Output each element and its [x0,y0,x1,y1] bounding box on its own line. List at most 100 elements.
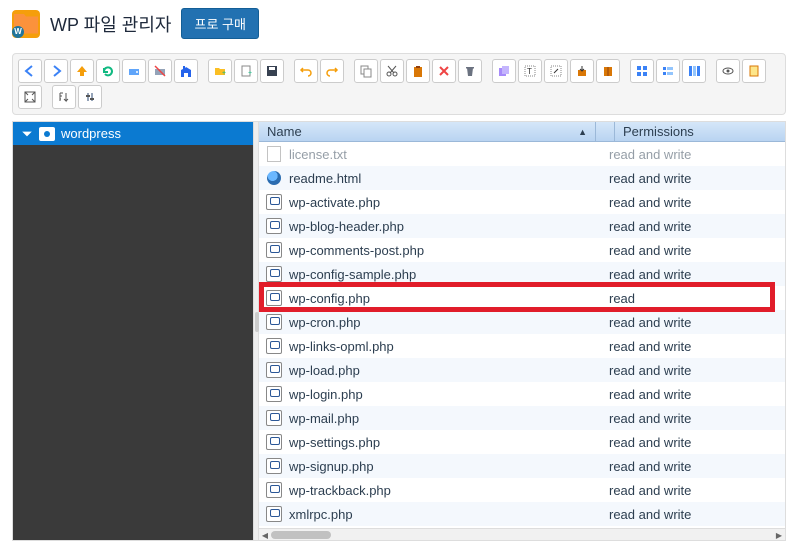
php-file-icon [265,433,283,451]
file-permissions: read and write [609,147,779,162]
php-file-icon [265,385,283,403]
duplicate-icon[interactable] [492,59,516,83]
edit-text-icon[interactable]: T [518,59,542,83]
resize-icon[interactable] [544,59,568,83]
column-header-name-label: Name [267,124,302,139]
file-row[interactable]: wp-mail.phpread and write [259,406,785,430]
file-name: readme.html [289,171,603,186]
file-permissions: read and write [609,267,779,282]
redo-icon[interactable] [320,59,344,83]
file-name: wp-signup.php [289,459,603,474]
tree-root-node[interactable]: wordpress [13,122,253,145]
html-file-icon [265,169,283,187]
file-name: wp-mail.php [289,411,603,426]
tree-root-label: wordpress [61,126,121,141]
file-permissions: read and write [609,219,779,234]
new-folder-icon[interactable]: + [208,59,232,83]
file-permissions: read and write [609,435,779,450]
file-name: wp-config.php [289,291,603,306]
forward-icon[interactable] [44,59,68,83]
php-file-icon [265,289,283,307]
info-icon[interactable] [742,59,766,83]
file-permissions: read and write [609,339,779,354]
horizontal-scrollbar[interactable]: ◀ ▶ [259,528,785,540]
file-name: wp-cron.php [289,315,603,330]
svg-text:+: + [248,70,252,77]
trash-icon[interactable] [458,59,482,83]
file-name: wp-activate.php [289,195,603,210]
file-permissions: read and write [609,459,779,474]
php-file-icon [265,481,283,499]
file-row[interactable]: wp-comments-post.phpread and write [259,238,785,262]
file-row[interactable]: wp-settings.phpread and write [259,430,785,454]
file-permissions: read and write [609,363,779,378]
save-icon[interactable] [260,59,284,83]
php-file-icon [265,313,283,331]
tree-body[interactable] [13,145,253,540]
file-row[interactable]: wp-config-sample.php read and write [259,262,785,286]
file-name: wp-login.php [289,387,603,402]
buy-pro-button[interactable]: 프로 구매 [181,8,258,39]
file-permissions: read and write [609,171,779,186]
file-row[interactable]: license.txtread and write [259,142,785,166]
netdrive-icon[interactable] [122,59,146,83]
file-name: wp-load.php [289,363,603,378]
file-row[interactable]: readme.html read and write [259,166,785,190]
columns-view-icon[interactable] [682,59,706,83]
file-permissions: read and write [609,483,779,498]
file-row[interactable]: wp-load.php read and write [259,358,785,382]
file-row[interactable]: wp-links-opml.php read and write [259,334,785,358]
file-row[interactable]: wp-config.phpread [259,286,785,310]
cut-icon[interactable] [380,59,404,83]
column-header-permissions-label: Permissions [623,124,694,139]
app-logo-icon: W [12,10,40,38]
sort-icon[interactable] [52,85,76,109]
file-name: wp-trackback.php [289,483,603,498]
file-row[interactable]: wp-login.php read and write [259,382,785,406]
extract-icon[interactable] [570,59,594,83]
file-permissions: read and write [609,243,779,258]
scroll-thumb[interactable] [271,531,331,539]
archive-icon[interactable] [596,59,620,83]
file-name: wp-links-opml.php [289,339,603,354]
file-row[interactable]: xmlrpc.phpread and write [259,502,785,526]
column-headers: Name ▲ Permissions [259,122,785,142]
file-row[interactable]: wp-activate.phpread and write [259,190,785,214]
settings-icon[interactable] [78,85,102,109]
new-file-icon[interactable]: + [234,59,258,83]
file-name: wp-config-sample.php [289,267,603,282]
file-permissions: read and write [609,315,779,330]
icons-view-icon[interactable] [630,59,654,83]
svg-text:+: + [222,70,226,77]
column-header-name[interactable]: Name ▲ [259,122,595,141]
column-header-permissions[interactable]: Permissions [615,122,785,141]
file-list[interactable]: license.txtread and writereadme.htmlread… [259,142,785,528]
file-row[interactable]: wp-signup.php read and write [259,454,785,478]
netdrive-off-icon[interactable] [148,59,172,83]
paste-icon[interactable] [406,59,430,83]
copy-icon[interactable] [354,59,378,83]
svg-text:T: T [527,67,532,76]
file-permissions: read and write [609,387,779,402]
file-row[interactable]: wp-cron.php read and write [259,310,785,334]
list-view-icon[interactable] [656,59,680,83]
php-file-icon [265,265,283,283]
file-pane: Name ▲ Permissions license.txtread and w… [259,122,785,540]
fullscreen-icon[interactable] [18,85,42,109]
file-name: xmlrpc.php [289,507,603,522]
php-file-icon [265,409,283,427]
php-file-icon [265,457,283,475]
file-row[interactable]: wp-blog-header.phpread and write [259,214,785,238]
back-icon[interactable] [18,59,42,83]
undo-icon[interactable] [294,59,318,83]
preview-icon[interactable] [716,59,740,83]
toolbar: + + T [12,53,786,115]
home-icon[interactable] [174,59,198,83]
php-file-icon [265,337,283,355]
file-row[interactable]: wp-trackback.php read and write [259,478,785,502]
txt-file-icon [265,145,283,163]
column-header-spacer [595,122,615,141]
up-icon[interactable] [70,59,94,83]
reload-icon[interactable] [96,59,120,83]
delete-icon[interactable] [432,59,456,83]
